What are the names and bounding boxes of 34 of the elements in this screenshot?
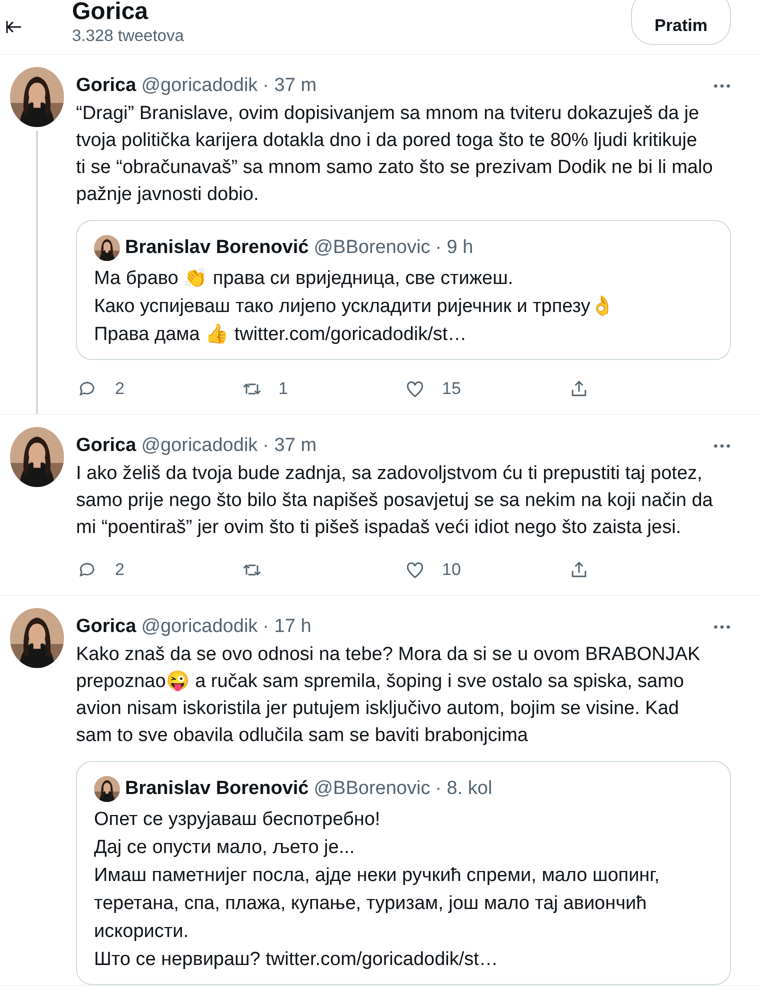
tweet-time[interactable]: · 37 m [262,435,317,457]
quoted-tweet-text: Ма браво 👏 права си вриједница, све стижеш. Како успијеваш тако лијепо ускладити ријечник и трпезу👌 Права дама 👍 twitter.com/goricadodik/st… [94,266,616,347]
back-icon[interactable] [6,19,22,35]
author-handle[interactable]: @goricadodik [141,75,258,97]
quoted-author-handle: @BBorenovic [314,237,430,259]
author-handle[interactable]: @goricadodik [141,616,258,638]
quoted-author-handle: @BBorenovic [314,778,430,800]
following-button[interactable]: Pratim [631,0,731,45]
quoted-author-name: Branislav Borenović [125,237,309,259]
author-name[interactable]: Gorica [76,75,136,97]
quoted-tweet-card[interactable] [76,761,731,985]
author-name[interactable]: Gorica [76,435,136,457]
reply-count: 2 [115,560,124,580]
retweet-count: 1 [278,378,288,398]
author-name[interactable]: Gorica [76,616,136,638]
quoted-author-name: Branislav Borenović [125,778,309,800]
tweet-text: Kako znaš da se ovo odnosi na tebe? Mora da si se u ovom BRABONJAK prepoznao😜 a ručak sam spremila, šoping i sve ostalo sa spiska, samo avion nisam iskoristila jer putujem isključivo autom, bojim se visine. Kad sam to sve obavila odlučila sam se baviti brabonjcima [76,643,702,748]
like-count: 15 [442,378,461,398]
more-icon[interactable] [713,83,731,89]
tweet-text: I ako želiš da tvoja bude zadnja, sa zadovoljstvom ću ti prepustiti taj potez, samo prije nego što bilo šta napišeš posavjetuj se sa nekim na koji način da mi “poentiraš” jer ovim što ti pišeš ispadaš veći idiot nego što zaista jesi. [76,462,714,540]
quoted-tweet-time: · 9 h [435,237,474,259]
tweet-time[interactable]: · 17 h [262,616,312,638]
author-handle[interactable]: @goricadodik [141,435,258,457]
more-icon[interactable] [713,443,731,449]
quoted-tweet-card[interactable]: Branislav Borenović @BBorenovic · 9 h Ма браво 👏 права си вриједница, све стижеш. Како успијеваш тако лијепо ускладити ријечник и трпезу👌 Права дама 👍 twitter.com/goricadodik/st… [76,220,731,360]
tweet-count: 3.328 tweetova [72,26,185,46]
quoted-tweet-time: · 8. kol [435,778,492,800]
profile-name: Gorica [72,0,150,24]
like-count: 10 [442,560,461,580]
tweet-time[interactable]: · 37 m [262,75,317,97]
reply-count: 2 [115,378,124,398]
tweet-text: “Dragi” Branislave, ovim dopisivanjem sa mnom na tviteru dokazuješ da je tvoja politička karijera dotakla dno i da pored toga što te 80% ljudi kritikuje ti se “obračunavaš” sa mnom samo zato što se prezivam Dodik ne bi li malo pažnje javnosti dobio. [76,102,714,207]
more-icon[interactable] [713,624,731,630]
quoted-tweet-text: Опет се узрујаваш беспотребно! Дај се опусти мало, љето је... Имаш паметнијег посла, ајде неки ручкић спреми, мало шопинг, теретана, спа, плажа, купање, туризам, још мало тај авиончић искористи. Што се нервираш? twitter.com/goricadodik/st… [94,808,661,972]
